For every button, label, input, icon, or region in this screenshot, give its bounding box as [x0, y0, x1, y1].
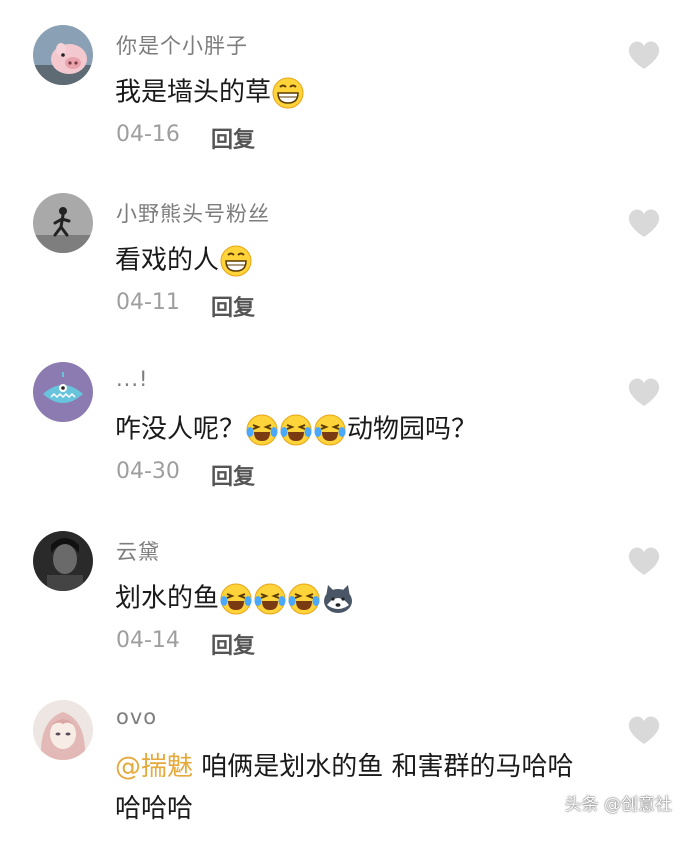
anime-girl-avatar-icon [33, 700, 93, 760]
comment-item: ovo @揣魅 咱俩是划水的鱼 和害群的马哈哈哈哈哈 [0, 675, 690, 843]
username[interactable]: 云黛 [116, 536, 160, 566]
pig-avatar-icon [33, 25, 93, 85]
laugh-cry-emoji [254, 583, 286, 614]
username[interactable]: 小野熊头号粉丝 [116, 198, 270, 228]
husky-emoji [324, 584, 353, 613]
comment-text-body: 咋没人呢？ [115, 414, 246, 445]
laugh-cry-emoji [288, 583, 320, 614]
like-heart-icon[interactable] [627, 207, 661, 239]
comment-item: 云黛 划水的鱼 04-14 回复 [0, 506, 690, 674]
comment-item: 小野熊头号粉丝 看戏的人 04-11 回复 [0, 168, 690, 336]
comment-date: 04-11 [116, 290, 180, 315]
comment-text-body: 划水的鱼 [115, 583, 220, 614]
comment-date: 04-30 [116, 459, 180, 484]
avatar[interactable] [33, 25, 93, 85]
like-heart-icon[interactable] [627, 39, 661, 71]
reply-button[interactable]: 回复 [211, 628, 255, 660]
username[interactable]: 你是个小胖子 [116, 30, 248, 60]
comment-text: @揣魅 咱俩是划水的鱼 和害群的马哈哈哈哈哈 [115, 746, 595, 830]
comment-date: 04-16 [116, 122, 180, 147]
comment-text: 咋没人呢？ 动物园吗？ [115, 408, 595, 451]
laugh-cry-emoji [220, 583, 252, 614]
comment-item: ...! 咋没人呢？ 动物园吗？ 04-30 回复 [0, 337, 690, 505]
mention-link[interactable]: @揣魅 [115, 752, 193, 782]
username[interactable]: ovo [116, 705, 157, 729]
avatar[interactable] [33, 531, 93, 591]
comment-date: 04-14 [116, 628, 180, 653]
like-heart-icon[interactable] [627, 545, 661, 577]
comment-text: 我是墙头的草 [115, 71, 595, 114]
avatar[interactable] [33, 193, 93, 253]
monster-avatar-icon [33, 362, 93, 422]
username[interactable]: ...! [116, 367, 148, 391]
runner-avatar-icon [33, 193, 93, 253]
comment-text-tail: 动物园吗？ [347, 414, 478, 445]
dark-portrait-avatar-icon [33, 531, 93, 591]
comment-text: 划水的鱼 [115, 577, 595, 620]
comment-text-body: 看戏的人 [115, 245, 220, 276]
laugh-cry-emoji [280, 414, 312, 445]
reply-button[interactable]: 回复 [211, 459, 255, 491]
grin-emoji [220, 245, 252, 276]
watermark: 头条 @创意社 [564, 795, 672, 815]
comment-text: 看戏的人 [115, 239, 595, 282]
comment-text-body: 我是墙头的草 [115, 77, 272, 108]
grin-emoji [272, 77, 304, 108]
like-heart-icon[interactable] [627, 376, 661, 408]
avatar[interactable] [33, 700, 93, 760]
reply-button[interactable]: 回复 [211, 290, 255, 322]
laugh-cry-emoji [314, 414, 346, 445]
laugh-cry-emoji [246, 414, 278, 445]
avatar[interactable] [33, 362, 93, 422]
like-heart-icon[interactable] [627, 714, 661, 746]
reply-button[interactable]: 回复 [211, 122, 255, 154]
comment-item: 你是个小胖子 我是墙头的草 04-16 回复 [0, 0, 690, 168]
